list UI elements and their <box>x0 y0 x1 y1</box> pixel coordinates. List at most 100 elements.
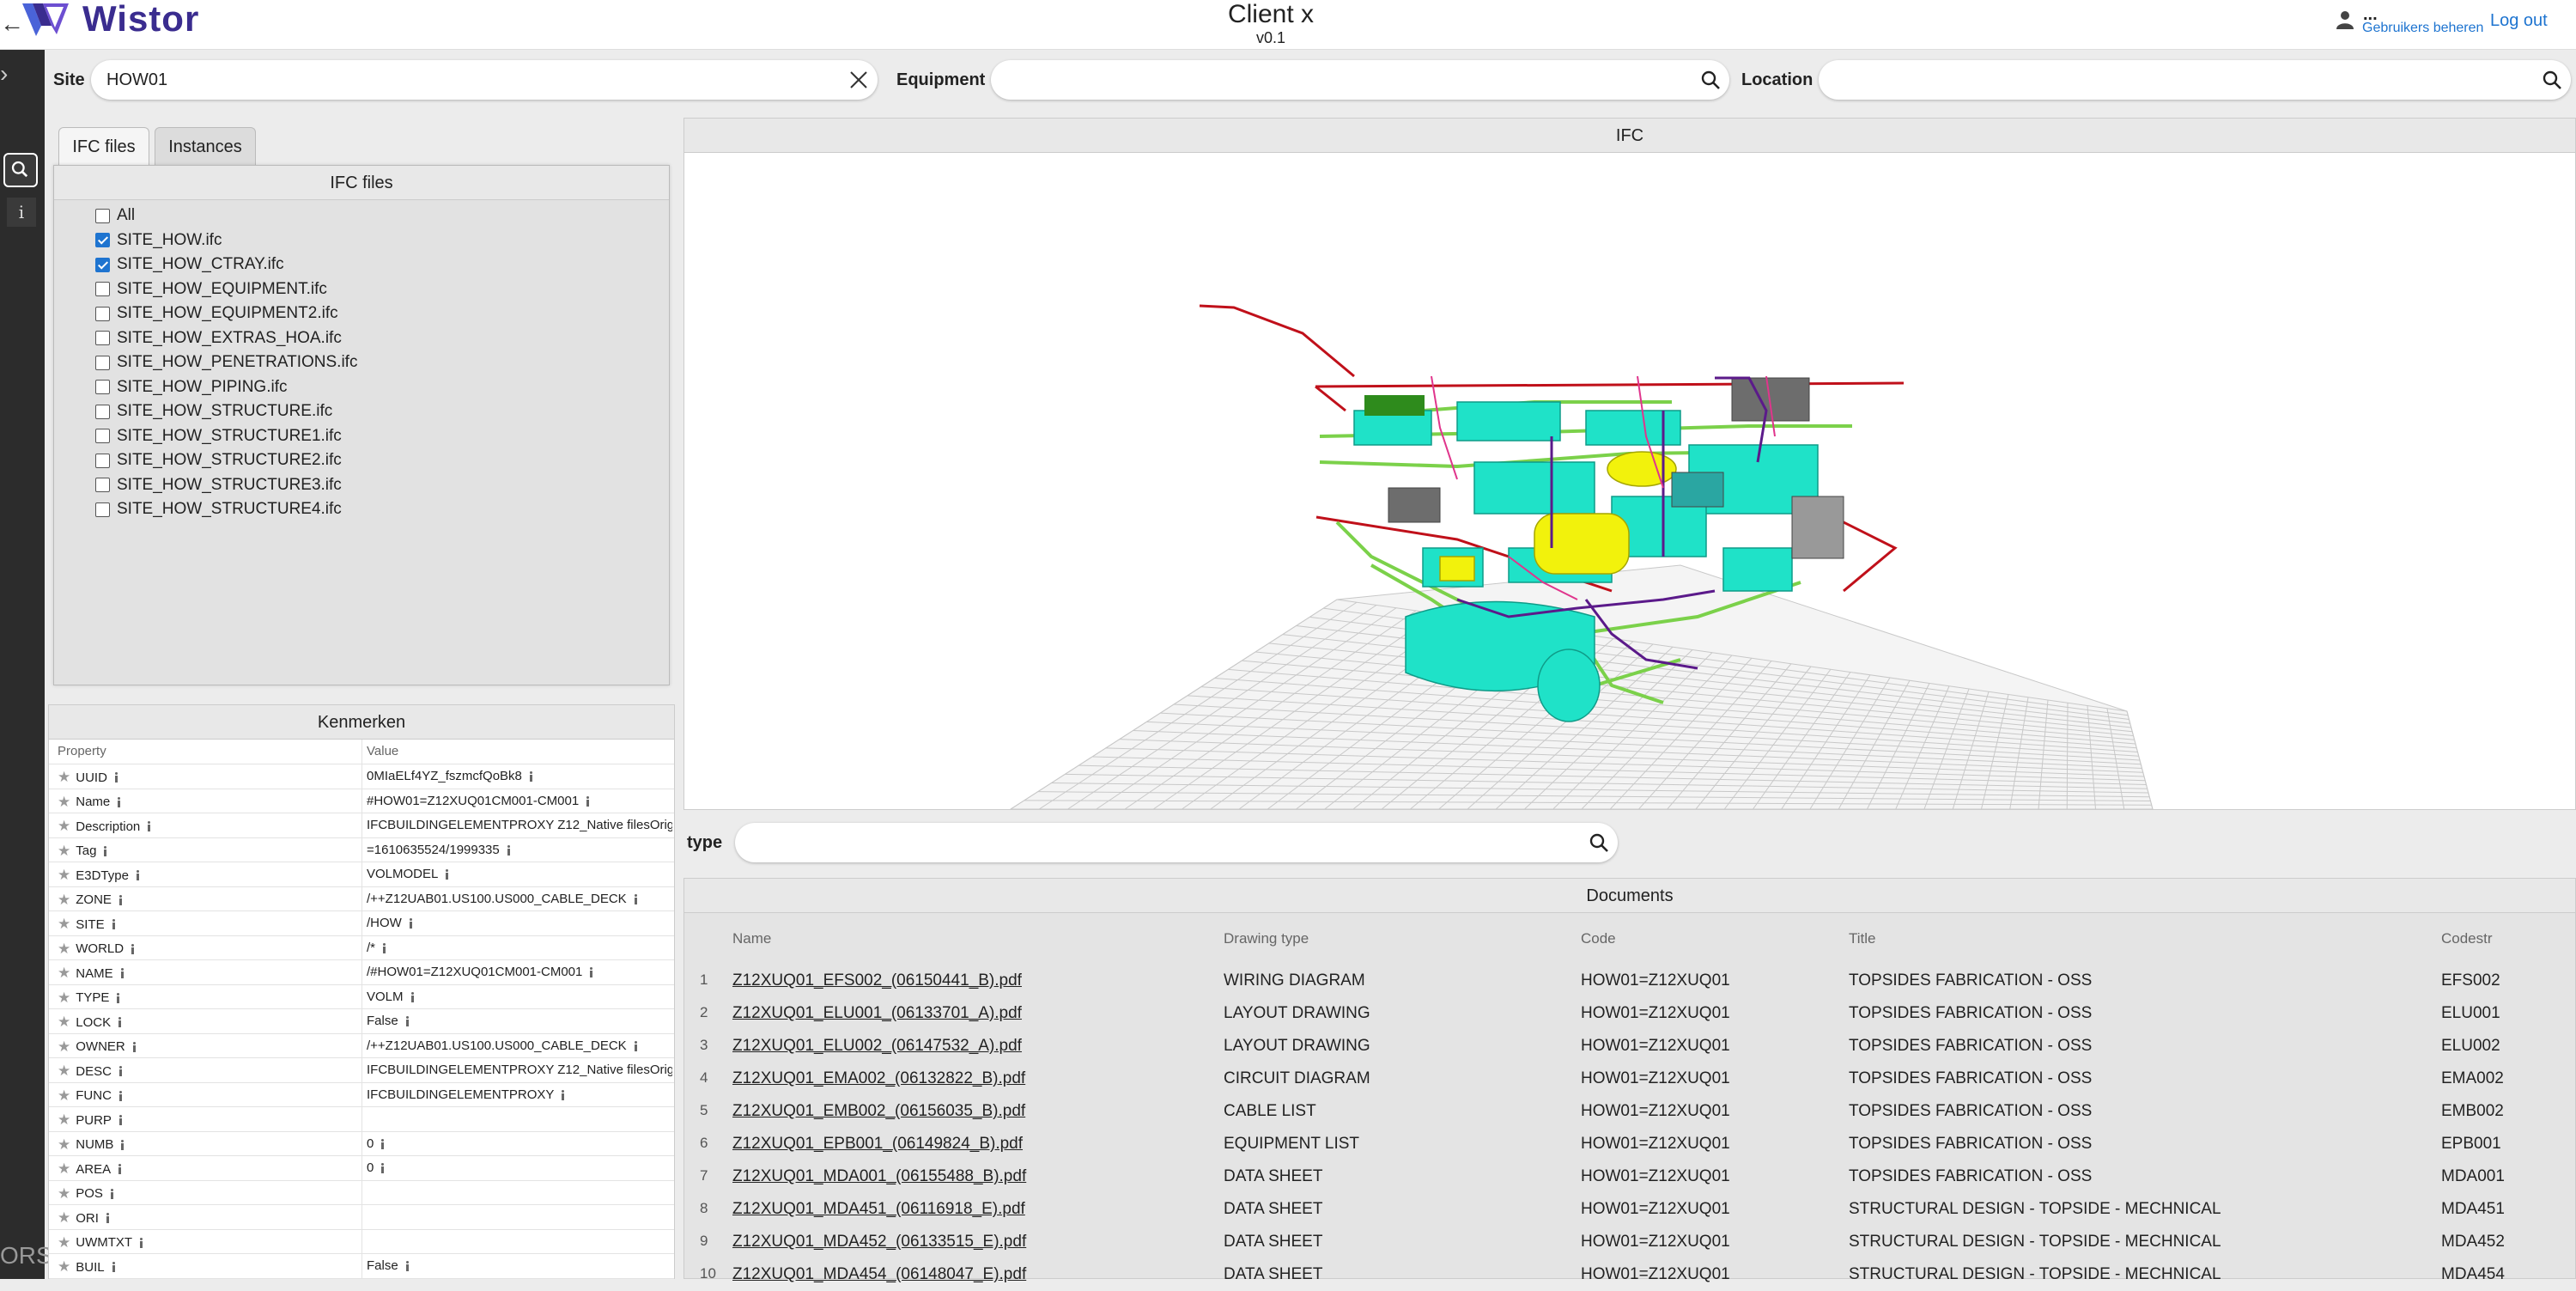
star-icon[interactable]: ★ <box>58 1063 70 1080</box>
info-icon[interactable] <box>132 1041 137 1052</box>
info-icon[interactable] <box>120 1139 125 1150</box>
doc-name-link[interactable]: Z12XUQ01_EFS002_(06150441_B).pdf <box>732 971 1022 990</box>
column-header-codestr[interactable]: Codestr <box>2441 930 2493 947</box>
info-icon[interactable] <box>117 796 121 807</box>
star-icon[interactable]: ★ <box>58 990 70 1007</box>
star-icon[interactable]: ★ <box>58 1136 70 1154</box>
info-icon[interactable] <box>147 821 151 831</box>
doc-name-link[interactable]: Z12XUQ01_EMA002_(06132822_B).pdf <box>732 1069 1025 1088</box>
star-icon[interactable]: ★ <box>58 1160 70 1178</box>
info-icon[interactable] <box>118 1017 122 1027</box>
document-row[interactable]: 5 Z12XUQ01_EMB002_(06156035_B).pdf CABLE L… <box>684 1095 2575 1128</box>
info-icon[interactable] <box>507 844 511 856</box>
equipment-input[interactable] <box>991 60 1729 100</box>
info-icon[interactable] <box>405 1261 410 1272</box>
info-icon[interactable] <box>112 1262 116 1272</box>
3d-model-canvas[interactable] <box>684 153 2575 810</box>
ifc-file-item[interactable]: All <box>95 204 135 228</box>
document-row[interactable]: 8 Z12XUQ01_MDA451_(06116918_E).pdf DATA SH… <box>684 1193 2575 1226</box>
ifc-file-checkbox[interactable] <box>95 453 110 468</box>
property-row[interactable]: ★ FUNC IFCBUILDINGELEMENTPROXY <box>49 1082 674 1107</box>
clear-icon[interactable] <box>848 70 869 90</box>
doc-name-link[interactable]: Z12XUQ01_MDA001_(06155488_B).pdf <box>732 1167 1026 1186</box>
document-row[interactable]: 6 Z12XUQ01_EPB001_(06149824_B).pdf EQUIPME… <box>684 1128 2575 1160</box>
property-row[interactable]: ★ NUMB 0 <box>49 1131 674 1156</box>
info-icon[interactable] <box>561 1089 565 1100</box>
document-row[interactable]: 10 Z12XUQ01_MDA454_(06148047_E).pdf DATA S… <box>684 1258 2575 1291</box>
ifc-file-checkbox[interactable] <box>95 380 110 394</box>
info-icon[interactable] <box>589 967 593 978</box>
ifc-file-checkbox[interactable] <box>95 331 110 345</box>
star-icon[interactable]: ★ <box>58 1185 70 1203</box>
star-icon[interactable]: ★ <box>58 769 70 786</box>
info-icon[interactable] <box>529 771 533 783</box>
info-icon[interactable] <box>118 1066 123 1076</box>
ifc-file-checkbox[interactable] <box>95 404 110 419</box>
info-icon[interactable] <box>410 991 415 1002</box>
document-row[interactable]: 4 Z12XUQ01_EMA002_(06132822_B).pdf CIRCUIT… <box>684 1063 2575 1095</box>
ifc-file-checkbox[interactable] <box>95 429 110 443</box>
info-icon[interactable] <box>634 893 638 904</box>
property-row[interactable]: ★ ORI <box>49 1205 674 1230</box>
property-row[interactable]: ★ BUIL False <box>49 1254 674 1279</box>
property-row[interactable]: ★ DESC IFCBUILDINGELEMENTPROXY Z12_Native … <box>49 1058 674 1083</box>
document-row[interactable]: 2 Z12XUQ01_ELU001_(06133701_A).pdf LAYOUT … <box>684 997 2575 1030</box>
info-icon[interactable] <box>380 1138 385 1149</box>
ifc-file-checkbox[interactable] <box>95 306 110 321</box>
doc-name-link[interactable]: Z12XUQ01_EPB001_(06149824_B).pdf <box>732 1135 1023 1154</box>
document-row[interactable]: 9 Z12XUQ01_MDA452_(06133515_E).pdf DATA SH… <box>684 1226 2575 1258</box>
info-icon[interactable] <box>380 1163 385 1174</box>
column-header-code[interactable]: Code <box>1581 930 1616 947</box>
info-icon[interactable] <box>118 1090 123 1101</box>
ifc-file-item[interactable]: SITE_HOW_STRUCTURE.ifc <box>95 399 332 423</box>
property-row[interactable]: ★ Tag =1610635524/1999335 <box>49 837 674 862</box>
ifc-file-item[interactable]: SITE_HOW_STRUCTURE1.ifc <box>95 424 342 448</box>
search-icon[interactable] <box>1589 832 1609 853</box>
search-icon[interactable] <box>2542 70 2562 90</box>
property-row[interactable]: ★ UUID 0MIaELf4YZ_fszmcfQoBk8 <box>49 764 674 789</box>
logout-link[interactable]: Log out <box>2490 11 2548 31</box>
info-icon[interactable]: i <box>7 198 36 227</box>
ifc-file-checkbox[interactable] <box>95 502 110 517</box>
property-row[interactable]: ★ Name #HOW01=Z12XUQ01CM001-CM001 <box>49 789 674 813</box>
property-row[interactable]: ★ UWMTXT <box>49 1229 674 1254</box>
star-icon[interactable]: ★ <box>58 941 70 958</box>
document-row[interactable]: 7 Z12XUQ01_MDA001_(06155488_B).pdf DATA SH… <box>684 1160 2575 1193</box>
star-icon[interactable]: ★ <box>58 1234 70 1251</box>
search-rail-button[interactable] <box>3 153 38 187</box>
doc-name-link[interactable]: Z12XUQ01_MDA454_(06148047_E).pdf <box>732 1265 1026 1284</box>
star-icon[interactable]: ★ <box>58 818 70 835</box>
ifc-file-item[interactable]: SITE_HOW_STRUCTURE3.ifc <box>95 473 342 497</box>
tab-ifc-files[interactable]: IFC files <box>58 127 149 165</box>
ifc-file-item[interactable]: SITE_HOW_PIPING.ifc <box>95 375 287 399</box>
info-icon[interactable] <box>118 1164 122 1174</box>
star-icon[interactable]: ★ <box>58 867 70 884</box>
ifc-file-item[interactable]: SITE_HOW_EQUIPMENT.ifc <box>95 277 327 301</box>
info-icon[interactable] <box>382 942 386 953</box>
property-row[interactable]: ★ TYPE VOLM <box>49 984 674 1009</box>
type-input[interactable] <box>735 823 1618 862</box>
ifc-file-item[interactable]: SITE_HOW_EQUIPMENT2.ifc <box>95 301 338 326</box>
info-icon[interactable] <box>136 870 140 880</box>
info-icon[interactable] <box>118 1115 123 1125</box>
star-icon[interactable]: ★ <box>58 1209 70 1227</box>
property-row[interactable]: ★ OWNER /++Z12UAB01.US100.US000_CABLE_DECK <box>49 1033 674 1058</box>
info-icon[interactable] <box>120 968 125 978</box>
ifc-file-item[interactable]: SITE_HOW_STRUCTURE2.ifc <box>95 448 342 472</box>
info-icon[interactable] <box>110 1188 114 1199</box>
ifc-file-item[interactable]: SITE_HOW.ifc <box>95 228 222 253</box>
star-icon[interactable]: ★ <box>58 1111 70 1129</box>
info-icon[interactable] <box>116 992 120 1003</box>
location-input[interactable] <box>1819 60 2571 100</box>
doc-name-link[interactable]: Z12XUQ01_MDA451_(06116918_E).pdf <box>732 1200 1025 1219</box>
info-icon[interactable] <box>112 919 116 929</box>
document-row[interactable]: 3 Z12XUQ01_ELU002_(06147532_A).pdf LAYOUT … <box>684 1030 2575 1063</box>
property-row[interactable]: ★ NAME /#HOW01=Z12XUQ01CM001-CM001 <box>49 960 674 985</box>
star-icon[interactable]: ★ <box>58 794 70 811</box>
property-row[interactable]: ★ POS <box>49 1180 674 1205</box>
ifc-file-checkbox[interactable] <box>95 208 110 223</box>
ifc-file-checkbox[interactable] <box>95 355 110 370</box>
info-icon[interactable] <box>634 1040 638 1051</box>
column-header-drawing-type[interactable]: Drawing type <box>1224 930 1309 947</box>
ifc-file-checkbox[interactable] <box>95 282 110 296</box>
